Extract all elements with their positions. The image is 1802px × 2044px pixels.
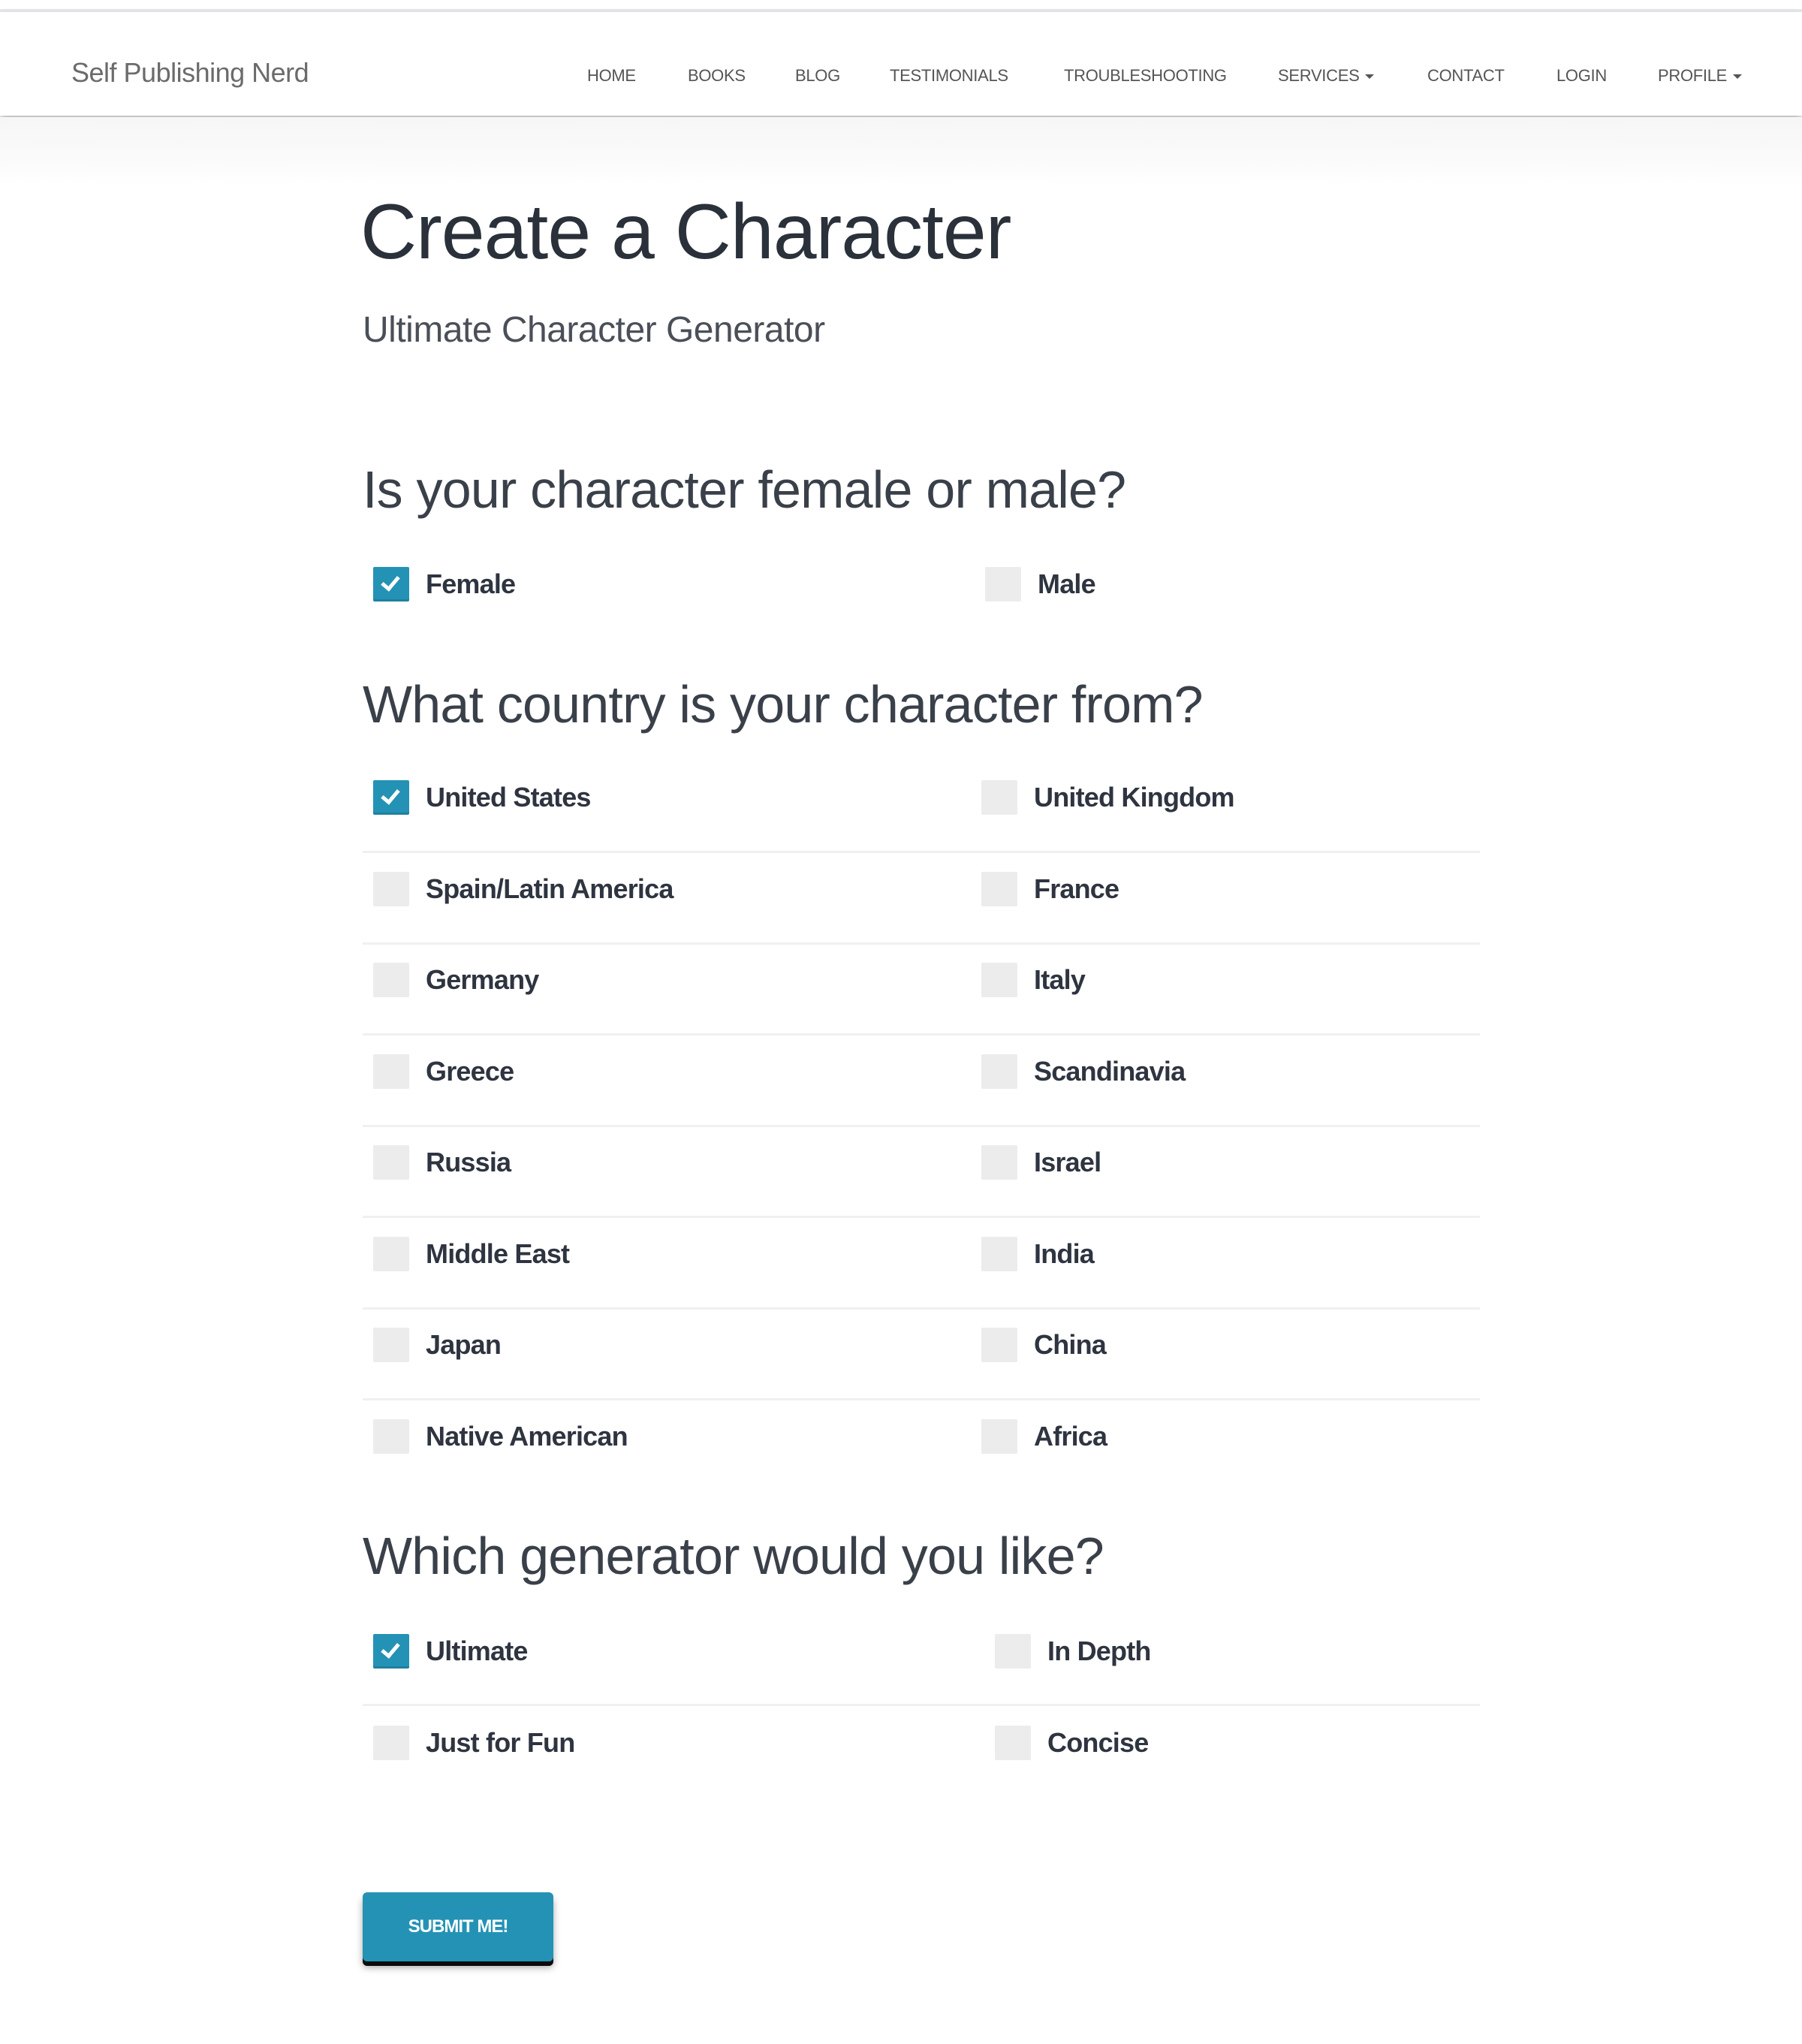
option-label: United States — [426, 782, 591, 812]
checkbox-unchecked-icon[interactable] — [981, 780, 1017, 815]
caret-down-icon — [1733, 74, 1743, 80]
nav-testimonials[interactable]: TESTIMONIALS — [890, 66, 1008, 86]
checkbox-unchecked-icon[interactable] — [981, 1328, 1017, 1362]
checkbox-unchecked-icon[interactable] — [373, 1726, 409, 1760]
checkbox-unchecked-icon[interactable] — [995, 1726, 1031, 1760]
nav-troubleshooting[interactable]: TROUBLESHOOTING — [1064, 66, 1227, 86]
navbar: Self Publishing Nerd HOME BOOKS BLOG TES… — [0, 12, 1802, 116]
row-divider — [363, 1307, 1480, 1310]
checkbox-unchecked-icon[interactable] — [995, 1634, 1031, 1669]
checkbox-unchecked-icon[interactable] — [373, 1145, 409, 1180]
nav-services-dropdown[interactable]: SERVICES — [1278, 66, 1375, 86]
page-subtitle: Ultimate Character Generator — [363, 310, 825, 350]
checkbox-checked-icon[interactable] — [373, 1634, 409, 1669]
checkbox-unchecked-icon[interactable] — [981, 1236, 1017, 1271]
option-label: Russia — [426, 1147, 511, 1177]
checkbox-unchecked-icon[interactable] — [981, 1418, 1017, 1454]
checkbox-unchecked-icon[interactable] — [981, 1145, 1017, 1180]
country-option-native-american[interactable]: Native American — [373, 1418, 628, 1455]
nav-home[interactable]: HOME — [587, 66, 636, 86]
option-label: Spain/Latin America — [426, 873, 673, 904]
option-label: Scandinavia — [1034, 1055, 1186, 1087]
option-label: Male — [1038, 568, 1096, 599]
generator-option-ultimate[interactable]: Ultimate — [373, 1632, 528, 1670]
country-option-africa[interactable]: Africa — [981, 1418, 1107, 1455]
row-divider — [363, 1216, 1480, 1218]
generator-question: Which generator would you like? — [363, 1527, 1104, 1585]
country-option-france[interactable]: France — [981, 870, 1119, 908]
option-label: Native American — [426, 1420, 628, 1452]
page-title: Create a Character — [360, 188, 1011, 276]
option-label: Italy — [1034, 964, 1086, 995]
nav-blog[interactable]: BLOG — [795, 66, 840, 86]
nav-profile-dropdown[interactable]: PROFILE — [1658, 66, 1743, 86]
option-label: Concise — [1047, 1727, 1149, 1758]
option-label: Greece — [426, 1055, 514, 1087]
caret-down-icon — [1365, 74, 1375, 80]
checkbox-unchecked-icon[interactable] — [373, 1236, 409, 1271]
country-option-israel[interactable]: Israel — [981, 1144, 1101, 1181]
country-option-united-kingdom[interactable]: United Kingdom — [981, 779, 1235, 816]
row-divider — [363, 1033, 1480, 1036]
generator-option-in-depth[interactable]: In Depth — [995, 1632, 1151, 1670]
header-shadow-band — [0, 117, 1802, 185]
country-option-italy[interactable]: Italy — [981, 961, 1086, 999]
country-question: What country is your character from? — [363, 675, 1204, 734]
checkbox-checked-icon[interactable] — [373, 567, 409, 601]
option-label: France — [1034, 873, 1119, 904]
nav-login[interactable]: LOGIN — [1556, 66, 1607, 86]
gender-option-female[interactable]: Female — [373, 565, 516, 603]
checkbox-unchecked-icon[interactable] — [373, 963, 409, 997]
row-divider — [363, 942, 1480, 945]
country-option-united-states[interactable]: United States — [373, 779, 591, 816]
nav-profile-label: PROFILE — [1658, 66, 1728, 85]
checkbox-unchecked-icon[interactable] — [981, 1054, 1017, 1089]
option-label: Just for Fun — [426, 1727, 575, 1758]
option-label: Middle East — [426, 1238, 570, 1269]
country-option-greece[interactable]: Greece — [373, 1053, 514, 1090]
row-divider — [363, 1398, 1480, 1400]
gender-option-male[interactable]: Male — [985, 565, 1096, 603]
option-label: United Kingdom — [1034, 782, 1235, 812]
checkbox-checked-icon[interactable] — [373, 780, 409, 815]
option-label: China — [1034, 1329, 1107, 1360]
checkbox-unchecked-icon[interactable] — [985, 567, 1021, 601]
checkbox-unchecked-icon[interactable] — [981, 963, 1017, 997]
generator-option-just-for-fun[interactable]: Just for Fun — [373, 1724, 575, 1762]
checkbox-unchecked-icon[interactable] — [373, 1418, 409, 1454]
option-label: Ultimate — [426, 1636, 528, 1666]
nav-contact[interactable]: CONTACT — [1427, 66, 1505, 86]
country-option-japan[interactable]: Japan — [373, 1326, 502, 1364]
row-divider — [363, 1124, 1480, 1127]
row-divider — [363, 851, 1480, 853]
checkbox-unchecked-icon[interactable] — [373, 871, 409, 906]
option-label: Japan — [426, 1329, 502, 1360]
option-label: Africa — [1034, 1420, 1107, 1452]
checkbox-unchecked-icon[interactable] — [373, 1328, 409, 1362]
country-option-germany[interactable]: Germany — [373, 961, 539, 999]
country-option-china[interactable]: China — [981, 1326, 1107, 1364]
option-label: India — [1034, 1238, 1095, 1269]
country-option-russia[interactable]: Russia — [373, 1144, 511, 1181]
nav-books[interactable]: BOOKS — [688, 66, 746, 86]
generator-option-concise[interactable]: Concise — [995, 1724, 1149, 1762]
option-label: Female — [426, 568, 516, 599]
option-label: Israel — [1034, 1147, 1101, 1177]
country-option-spain-latin-america[interactable]: Spain/Latin America — [373, 870, 673, 908]
gender-question: Is your character female or male? — [363, 460, 1126, 519]
row-divider — [363, 1704, 1480, 1706]
checkbox-unchecked-icon[interactable] — [373, 1054, 409, 1089]
country-option-scandinavia[interactable]: Scandinavia — [981, 1053, 1186, 1090]
checkbox-unchecked-icon[interactable] — [981, 871, 1017, 906]
option-label: In Depth — [1047, 1636, 1151, 1666]
option-label: Germany — [426, 964, 539, 995]
country-option-india[interactable]: India — [981, 1235, 1095, 1273]
brand-logo-link[interactable]: Self Publishing Nerd — [71, 57, 309, 89]
country-option-middle-east[interactable]: Middle East — [373, 1235, 570, 1273]
submit-button[interactable]: SUBMIT ME! — [363, 1892, 553, 1961]
nav-services-label: SERVICES — [1278, 66, 1360, 85]
